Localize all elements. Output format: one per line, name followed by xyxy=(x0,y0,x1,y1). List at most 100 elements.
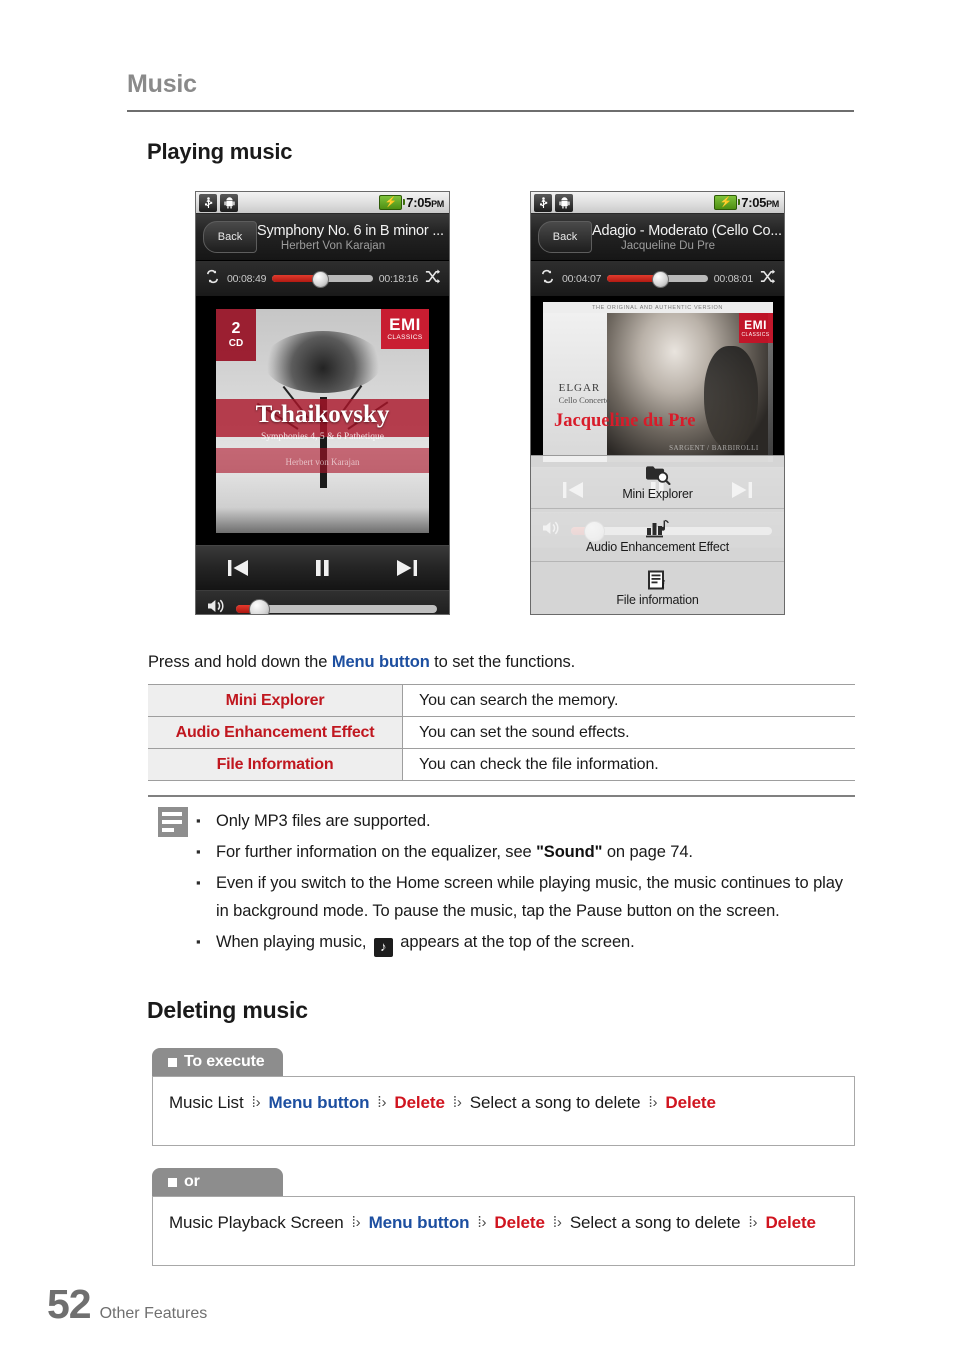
volume-icon[interactable] xyxy=(206,597,228,614)
clock-time: 7:05 xyxy=(741,195,767,210)
transport-controls xyxy=(196,545,449,590)
function-name-cell: Mini Explorer xyxy=(148,684,403,717)
context-menu-item-mini-explorer[interactable]: Mini Explorer xyxy=(531,456,784,509)
note-text-before: When playing music, xyxy=(216,933,371,951)
context-menu-label: Audio Enhancement Effect xyxy=(586,540,729,554)
intro-keyword-menu-button: Menu button xyxy=(331,653,430,671)
page-footer: 52 Other Features xyxy=(47,1281,207,1328)
repeat-icon[interactable] xyxy=(539,268,556,289)
album-art-area: THE ORIGINAL AND AUTHENTIC VERSION EMI C… xyxy=(531,297,784,467)
table-row: Audio Enhancement Effect You can set the… xyxy=(148,716,855,749)
function-desc-cell: You can set the sound effects. xyxy=(402,716,855,749)
album-art-area: 2 CD EMI CLASSICS Tchaikovsky Symphonies… xyxy=(196,297,449,545)
usb-icon xyxy=(199,193,217,212)
clock-ampm: PM xyxy=(766,199,779,209)
tab-bullet-icon xyxy=(168,1057,177,1067)
track-meta: Symphony No. 6 in B minor ... Herbert Vo… xyxy=(257,223,449,252)
procedure-box-or: Music Playback Screen ⁞› Menu button ⁞› Dele… xyxy=(152,1196,855,1266)
procedure-step: Music Playback Screen xyxy=(169,1213,344,1232)
procedure-box-to-execute: Music List ⁞› Menu button ⁞› Delete ⁞› Select … xyxy=(152,1076,855,1146)
total-time: 00:08:01 xyxy=(713,272,753,285)
album-cover-work: Cello Concerto xyxy=(558,394,611,405)
album-cover-artist-name: Jacqueline du Pre xyxy=(554,410,696,431)
emi-logo: EMI CLASSICS xyxy=(738,313,773,343)
album-cover-composer: ELGAR xyxy=(558,382,601,394)
next-track-button[interactable] xyxy=(392,555,422,581)
step-arrow-icon: ⁞› xyxy=(477,1214,487,1231)
total-time: 00:18:16 xyxy=(378,272,418,285)
seek-slider[interactable] xyxy=(607,271,708,288)
function-name-cell: Audio Enhancement Effect xyxy=(148,716,403,749)
album-cover-performer: Herbert von Karajan xyxy=(285,456,360,467)
pause-button[interactable] xyxy=(307,555,337,581)
folder-search-icon xyxy=(645,463,671,485)
cd-count-badge: 2 CD xyxy=(216,309,256,361)
album-cover-subtitle: Symphonies 4, 5 & 6 Pathetique xyxy=(261,432,384,443)
usb-icon xyxy=(534,193,552,212)
procedure-tab-label: or xyxy=(184,1173,200,1190)
elapsed-time: 00:04:07 xyxy=(562,272,602,285)
table-row: Mini Explorer You can search the memory. xyxy=(148,684,855,717)
album-cover-title: Tchaikovsky xyxy=(255,400,390,428)
volume-slider[interactable] xyxy=(236,599,437,614)
track-title: Symphony No. 6 in B minor ... xyxy=(257,222,444,239)
running-head-title: Music xyxy=(127,70,197,98)
page-number: 52 xyxy=(47,1281,92,1327)
note-text-after: on page 74. xyxy=(602,843,693,861)
status-bar: ⚡ 7:05PM xyxy=(196,192,449,214)
back-button[interactable]: Back xyxy=(203,221,257,253)
step-arrow-icon: ⁞› xyxy=(452,1094,462,1111)
context-menu-item-file-information[interactable]: i File information xyxy=(531,562,784,614)
procedure-step: Menu button xyxy=(368,1213,470,1232)
note-item: When playing music, ♪ appears at the top… xyxy=(196,928,855,957)
album-cover-top-strip: THE ORIGINAL AND AUTHENTIC VERSION xyxy=(542,302,773,313)
context-menu-overlay: Mini Explorer Audio Enhancement Effect i… xyxy=(531,455,784,614)
intro-paragraph: Press and hold down the Menu button to s… xyxy=(148,653,575,672)
context-menu-item-audio-enhancement[interactable]: Audio Enhancement Effect xyxy=(531,509,784,562)
step-arrow-icon: ⁞› xyxy=(552,1214,562,1231)
music-note-icon: ♪ xyxy=(373,937,393,957)
back-button[interactable]: Back xyxy=(538,221,592,253)
procedure-steps: Music Playback Screen ⁞› Menu button ⁞› Dele… xyxy=(153,1197,854,1233)
note-block: Only MP3 files are supported. For furthe… xyxy=(148,795,855,960)
cd-count-label: CD xyxy=(228,338,244,349)
track-artist: Jacqueline Du Pre xyxy=(621,239,715,252)
shuffle-icon[interactable] xyxy=(424,268,441,289)
seek-bar-row: 00:04:07 00:08:01 xyxy=(531,261,784,297)
file-info-icon: i xyxy=(645,569,671,591)
phone-screenshot-playback: ⚡ 7:05PM Back Symphony No. 6 in B minor … xyxy=(195,191,450,615)
player-title-bar: Back Symphony No. 6 in B minor ... Herbe… xyxy=(196,214,449,261)
cd-count-number: 2 xyxy=(231,320,241,337)
svg-text:i: i xyxy=(661,577,665,591)
album-art-tchaikovsky: 2 CD EMI CLASSICS Tchaikovsky Symphonies… xyxy=(216,309,429,533)
header-divider xyxy=(127,110,854,112)
section-heading-deleting-music: Deleting music xyxy=(147,997,308,1023)
context-menu-label: File information xyxy=(616,593,699,607)
context-menu-label: Mini Explorer xyxy=(622,487,693,501)
clock-time: 7:05 xyxy=(406,195,432,210)
phone-screenshot-context-menu: ⚡ 7:05PM Back Adagio - Moderato (Cello C… xyxy=(530,191,785,615)
emi-logo-text: EMI xyxy=(389,315,421,335)
note-item: Only MP3 files are supported. xyxy=(196,807,855,835)
note-text-after: appears at the top of the screen. xyxy=(395,933,635,951)
note-list: Only MP3 files are supported. For furthe… xyxy=(148,797,855,957)
step-arrow-icon: ⁞› xyxy=(351,1214,361,1231)
shuffle-icon[interactable] xyxy=(759,268,776,289)
seek-slider[interactable] xyxy=(272,271,373,288)
track-title: Adagio - Moderato (Cello Co... xyxy=(592,222,782,239)
function-name-cell: File Information xyxy=(148,748,403,781)
functions-table: Mini Explorer You can search the memory.… xyxy=(148,684,855,781)
album-art-jacqueline-du-pre: THE ORIGINAL AND AUTHENTIC VERSION EMI C… xyxy=(542,302,773,462)
procedure-step: Delete xyxy=(494,1213,545,1232)
function-desc-cell: You can search the memory. xyxy=(402,684,855,717)
procedure-tab-or: or xyxy=(152,1168,283,1196)
repeat-icon[interactable] xyxy=(204,268,221,289)
status-bar: ⚡ 7:05PM xyxy=(531,192,784,214)
note-item: Even if you switch to the Home screen wh… xyxy=(196,869,855,925)
volume-row xyxy=(196,590,449,614)
emi-logo-subtext: CLASSICS xyxy=(387,334,423,342)
procedure-step: Music List xyxy=(169,1093,244,1112)
previous-track-button[interactable] xyxy=(223,555,253,581)
battery-charging-icon: ⚡ xyxy=(714,195,741,210)
status-bar-right: ⚡ 7:05PM xyxy=(714,195,784,210)
